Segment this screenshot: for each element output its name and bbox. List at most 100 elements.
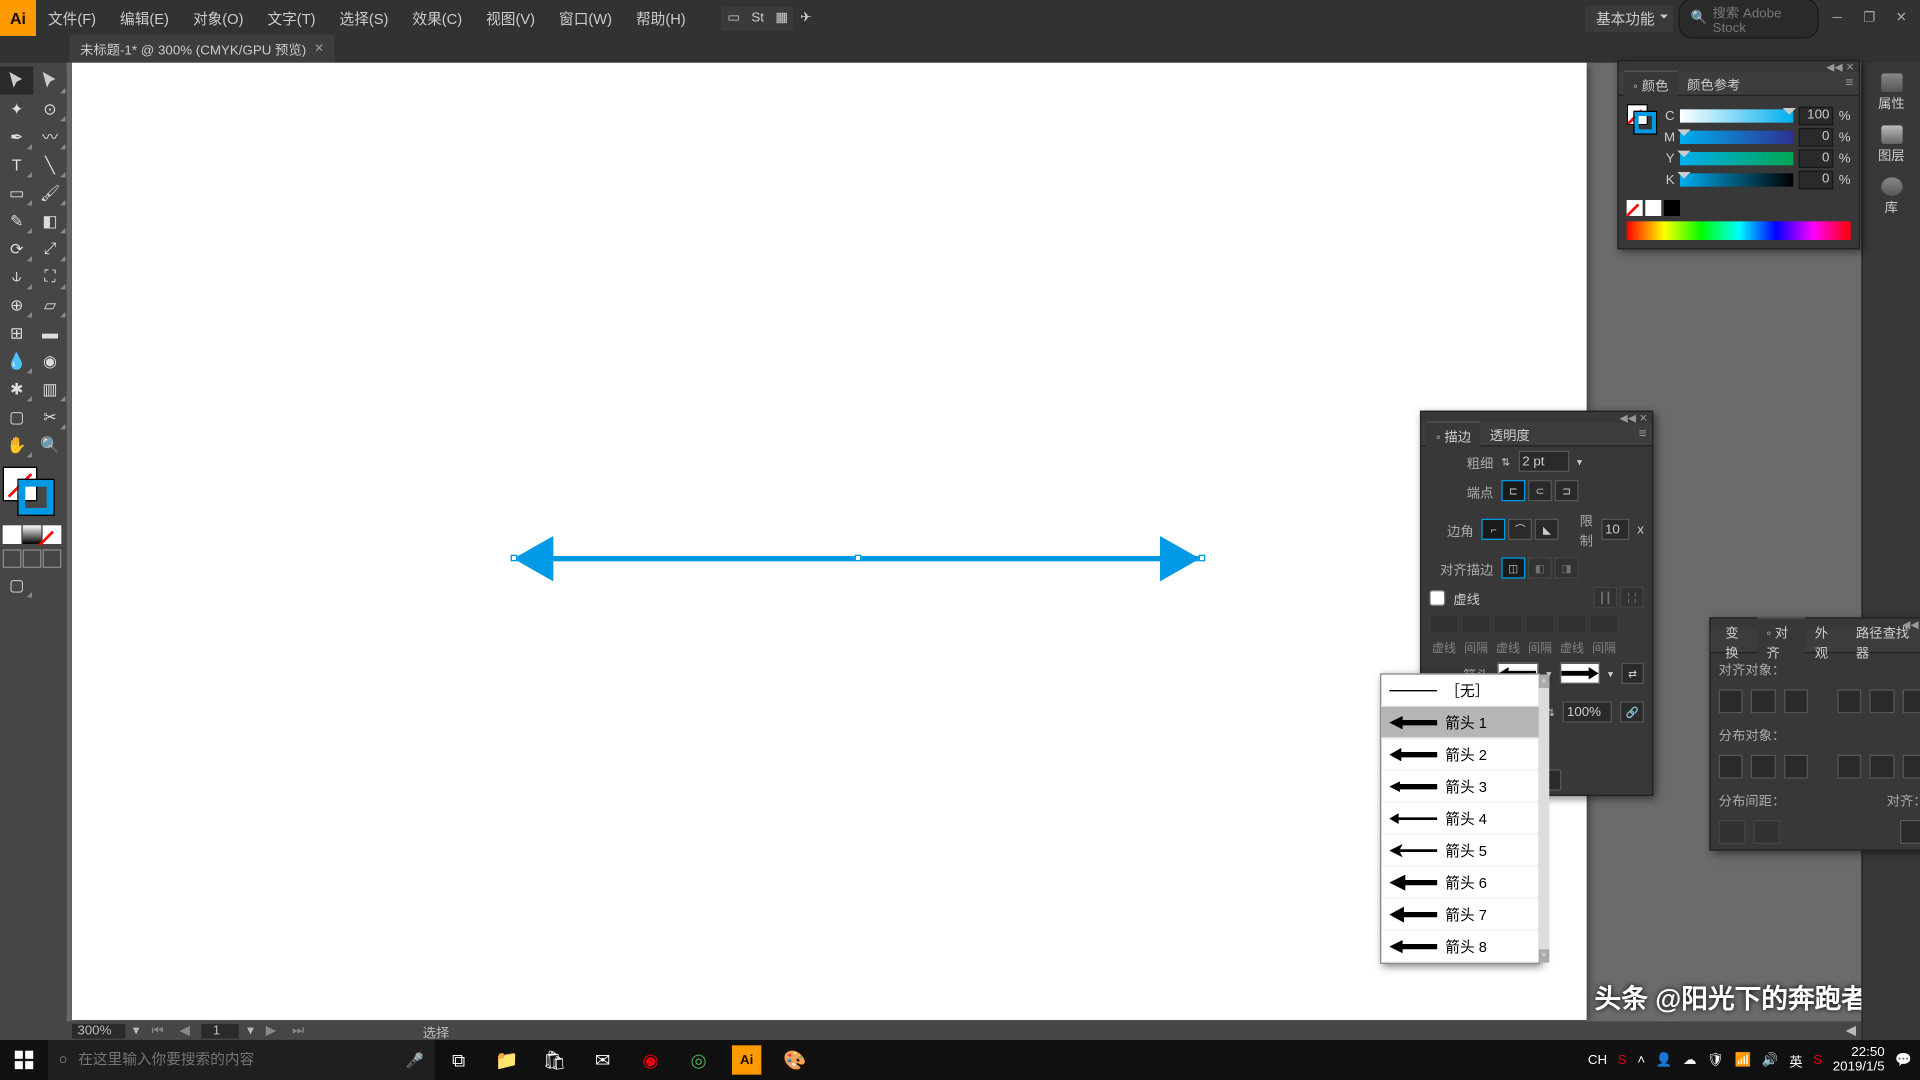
- gap-2-input[interactable]: [1525, 615, 1554, 634]
- align-bottom-button[interactable]: [1902, 689, 1920, 713]
- menu-effect[interactable]: 效果(C): [400, 7, 474, 28]
- gap-3-input[interactable]: [1589, 615, 1618, 634]
- align-vcenter-button[interactable]: [1869, 689, 1894, 713]
- perspective-tool[interactable]: ▱: [33, 291, 66, 319]
- panel-collapse-icon[interactable]: ◀◀: [1620, 412, 1636, 423]
- width-tool[interactable]: ⫝: [0, 263, 33, 291]
- align-left-button[interactable]: [1719, 689, 1744, 713]
- eyedropper-tool[interactable]: 💧: [0, 347, 33, 375]
- artboard-index[interactable]: 1: [202, 1023, 239, 1038]
- line-tool[interactable]: ╲: [33, 151, 66, 179]
- eraser-tool[interactable]: ◧: [33, 207, 66, 235]
- pathfinder-tab[interactable]: 路径查找器: [1847, 618, 1920, 663]
- panel-stroke-swatch[interactable]: [1635, 112, 1656, 133]
- panel-close-icon[interactable]: ✕: [1639, 412, 1648, 423]
- dist-hcenter-button[interactable]: [1869, 755, 1894, 779]
- taskbar-mail[interactable]: ✉: [579, 1040, 627, 1080]
- tray-onedrive-icon[interactable]: ☁: [1683, 1053, 1696, 1068]
- gpu-preview-icon[interactable]: St: [746, 6, 770, 30]
- task-view-button[interactable]: ⧉: [435, 1040, 483, 1080]
- dock-properties[interactable]: 属性: [1863, 68, 1920, 117]
- arrow-option-7[interactable]: 箭头 7: [1381, 899, 1538, 931]
- color-mode-icon[interactable]: [3, 525, 22, 544]
- taskbar-music[interactable]: ◉: [627, 1040, 675, 1080]
- fill-stroke-swatch[interactable]: [3, 467, 64, 515]
- none-swatch-icon[interactable]: [1627, 200, 1643, 216]
- panel-close-icon[interactable]: ✕: [1846, 61, 1855, 72]
- weight-input[interactable]: 2 pt: [1518, 451, 1569, 472]
- slice-tool[interactable]: ✂: [33, 403, 66, 431]
- menu-view[interactable]: 视图(V): [474, 7, 547, 28]
- corner-round-button[interactable]: ⌒: [1508, 519, 1532, 540]
- mesh-tool[interactable]: ⊞: [0, 319, 33, 347]
- align-top-button[interactable]: [1837, 689, 1862, 713]
- artboard-tool[interactable]: ▢: [0, 403, 33, 431]
- taskbar-clock[interactable]: 22:502019/1/5: [1833, 1045, 1885, 1074]
- taskbar-illustrator[interactable]: Ai: [732, 1045, 761, 1074]
- dock-libraries[interactable]: 库: [1863, 172, 1920, 221]
- transparency-tab[interactable]: 透明度: [1480, 421, 1539, 446]
- k-slider[interactable]: [1680, 173, 1793, 186]
- align-outside-button[interactable]: ◨: [1555, 557, 1579, 578]
- screen-mode-icon[interactable]: ▢: [0, 571, 33, 599]
- brush-tool[interactable]: 🖌: [33, 179, 66, 207]
- link-scale-button[interactable]: 🔗: [1621, 701, 1644, 722]
- tray-security-icon[interactable]: 🛡: [1707, 1053, 1724, 1068]
- stroke-tab[interactable]: ◦ 描边: [1427, 421, 1481, 448]
- search-stock-input[interactable]: 🔍 搜索 Adobe Stock: [1679, 0, 1819, 38]
- pen-tool[interactable]: ✒: [0, 123, 33, 151]
- cap-square-button[interactable]: ⊐: [1555, 480, 1579, 501]
- window-restore[interactable]: ❐: [1856, 9, 1883, 28]
- transform-tab[interactable]: 变换: [1716, 618, 1757, 663]
- drawn-arrow-line[interactable]: [527, 556, 1200, 561]
- align-hcenter-button[interactable]: [1751, 689, 1776, 713]
- nav-last-icon[interactable]: ⏭: [288, 1023, 308, 1038]
- type-tool[interactable]: T: [0, 151, 33, 179]
- dash-preserve-button[interactable]: ┃┃: [1593, 587, 1617, 608]
- gap-1-input[interactable]: [1461, 615, 1490, 634]
- dropdown-icon[interactable]: ▾: [1608, 667, 1613, 679]
- spectrum-picker[interactable]: [1627, 221, 1851, 240]
- k-value[interactable]: 0: [1799, 171, 1834, 190]
- selection-handle[interactable]: [855, 555, 862, 562]
- dash-checkbox[interactable]: [1429, 589, 1445, 606]
- rectangle-tool[interactable]: ▭: [0, 179, 33, 207]
- tray-expand-icon[interactable]: ˄: [1637, 1053, 1645, 1068]
- arrow-option-6[interactable]: 箭头 6: [1381, 867, 1538, 899]
- selection-handle[interactable]: [1199, 555, 1206, 562]
- taskbar-360[interactable]: ◎: [675, 1040, 723, 1080]
- blend-tool[interactable]: ◉: [33, 347, 66, 375]
- gradient-tool[interactable]: ▬: [33, 319, 66, 347]
- doc-setup-icon[interactable]: ▭: [722, 6, 746, 30]
- start-button[interactable]: [0, 1040, 48, 1080]
- white-swatch-icon[interactable]: [1645, 200, 1661, 216]
- arrow-option-8[interactable]: 箭头 8: [1381, 931, 1538, 963]
- curvature-tool[interactable]: 〰: [33, 123, 66, 151]
- align-to-dropdown[interactable]: [1900, 820, 1920, 844]
- arrow-option-5[interactable]: 箭头 5: [1381, 835, 1538, 867]
- arrow-option-3[interactable]: 箭头 3: [1381, 771, 1538, 803]
- menu-window[interactable]: 窗口(W): [547, 7, 624, 28]
- arrow-option-2[interactable]: 箭头 2: [1381, 739, 1538, 771]
- cap-butt-button[interactable]: ⊏: [1501, 480, 1525, 501]
- selection-handle[interactable]: [511, 555, 518, 562]
- black-swatch-icon[interactable]: [1664, 200, 1680, 216]
- zoom-tool[interactable]: 🔍: [33, 431, 66, 459]
- nav-first-icon[interactable]: ⏮: [147, 1023, 167, 1038]
- dash-align-button[interactable]: ╎╎: [1620, 587, 1644, 608]
- ime-mode[interactable]: 英: [1789, 1050, 1802, 1070]
- weight-dropdown-icon[interactable]: ▾: [1577, 455, 1582, 467]
- arrow-end-dropdown[interactable]: [1559, 663, 1599, 684]
- scroll-left-icon[interactable]: ◀: [1846, 1023, 1856, 1038]
- limit-input[interactable]: 10: [1601, 519, 1629, 540]
- tray-people-icon[interactable]: 👤: [1656, 1053, 1673, 1068]
- align-tab[interactable]: ◦ 对齐: [1757, 617, 1805, 664]
- taskbar-search[interactable]: ○ 🎤: [48, 1040, 435, 1080]
- tray-sogou-icon[interactable]: S: [1618, 1053, 1627, 1068]
- rotate-tool[interactable]: ⟳: [0, 235, 33, 263]
- y-slider[interactable]: [1680, 152, 1793, 165]
- direct-selection-tool[interactable]: [33, 67, 66, 95]
- shaper-tool[interactable]: ✎: [0, 207, 33, 235]
- panel-menu-icon[interactable]: ≡: [1639, 427, 1647, 442]
- window-close[interactable]: ✕: [1888, 9, 1915, 28]
